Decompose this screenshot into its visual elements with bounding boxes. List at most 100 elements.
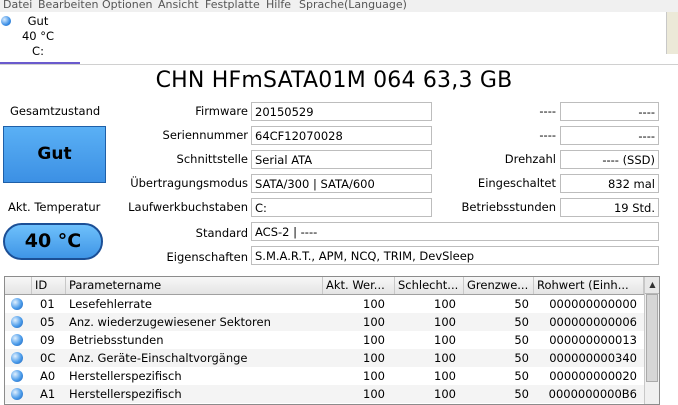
table-scrollbar[interactable]: ▲ — [644, 277, 659, 404]
serial-field: 64CF12070028 — [251, 126, 432, 145]
menu-language[interactable]: Sprache(Language) — [299, 0, 407, 11]
col-raw[interactable]: Rohwert (Einh... — [534, 277, 644, 294]
transfer-mode-field: SATA/300 | SATA/600 — [251, 174, 432, 193]
info-r2-field: ---- — [560, 126, 659, 145]
temperature-label: Akt. Temperatur — [8, 200, 101, 214]
standard-field: ACS-2 | ---- — [251, 222, 659, 241]
table-row[interactable]: 0C Anz. Geräte-Einschaltvorgänge 100 100… — [5, 349, 644, 367]
info-r2-label: ---- — [539, 128, 556, 142]
col-worst[interactable]: Schlecht... — [395, 277, 464, 294]
row-worst: 100 — [434, 297, 456, 311]
row-current: 100 — [363, 387, 385, 401]
drive-tab-strip: Gut 40 °C C: — [0, 12, 678, 65]
row-name: Lesefehlerrate — [69, 297, 152, 311]
row-id: 01 — [40, 297, 55, 311]
table-row[interactable]: 09 Betriebsstunden 100 100 50 0000000000… — [5, 331, 644, 349]
drive-tab-letter: C: — [32, 44, 44, 58]
row-threshold: 50 — [514, 387, 529, 401]
menu-help[interactable]: Hilfe — [266, 0, 291, 11]
interface-field: Serial ATA — [251, 150, 432, 169]
table-row[interactable]: A1 Herstellerspezifisch 100 100 50 00000… — [5, 385, 644, 403]
row-worst: 100 — [434, 351, 456, 365]
disk-title: CHN HFmSATA01M 064 63,3 GB — [155, 68, 513, 93]
row-name: Herstellerspezifisch — [69, 387, 182, 401]
scroll-thumb[interactable] — [646, 294, 658, 382]
tab-scroll[interactable] — [666, 12, 678, 54]
row-name: Anz. Geräte-Einschaltvorgänge — [69, 351, 248, 365]
drive-letters-field: C: — [251, 198, 432, 217]
row-threshold: 50 — [514, 297, 529, 311]
menu-options[interactable]: Optionen — [102, 0, 152, 11]
power-on-hours-label: Betriebsstunden — [461, 200, 556, 214]
menu-bar: Datei Bearbeiten Optionen Ansicht Festpl… — [0, 0, 678, 12]
power-on-hours-field: 19 Std. — [560, 198, 659, 217]
row-worst: 100 — [434, 333, 456, 347]
firmware-label: Firmware — [195, 104, 248, 118]
features-field: S.M.A.R.T., APM, NCQ, TRIM, DevSleep — [251, 246, 659, 265]
col-status[interactable] — [5, 277, 32, 294]
row-raw: 000000000013 — [549, 333, 637, 347]
health-status-button[interactable]: Gut — [3, 126, 106, 183]
status-dot-icon — [11, 370, 23, 382]
row-id: A1 — [40, 387, 56, 401]
drive-tab-status: Gut — [27, 14, 49, 28]
row-raw: 000000000000 — [549, 297, 637, 311]
power-on-count-label: Eingeschaltet — [477, 176, 556, 190]
row-threshold: 50 — [514, 315, 529, 329]
row-current: 100 — [363, 351, 385, 365]
row-threshold: 50 — [514, 333, 529, 347]
row-current: 100 — [363, 315, 385, 329]
standard-label: Standard — [195, 226, 248, 240]
drive-tab-c[interactable]: Gut 40 °C C: — [0, 12, 80, 65]
firmware-field: 20150529 — [251, 102, 432, 121]
row-current: 100 — [363, 297, 385, 311]
menu-file[interactable]: Datei — [3, 0, 32, 11]
status-dot-icon — [11, 316, 23, 328]
features-label: Eigenschaften — [166, 250, 249, 264]
row-id: 0C — [40, 351, 56, 365]
row-name: Betriebsstunden — [69, 333, 164, 347]
status-dot-icon — [11, 334, 23, 346]
status-dot-icon — [11, 388, 23, 400]
menu-view[interactable]: Ansicht — [158, 0, 199, 11]
power-on-count-field: 832 mal — [560, 174, 659, 193]
table-row[interactable]: 05 Anz. wiederzugewiesener Sektoren 100 … — [5, 313, 644, 331]
table-header: ID Parametername Akt. Wer... Schlecht...… — [5, 277, 644, 295]
row-raw: 000000000006 — [549, 315, 637, 329]
divider — [0, 64, 678, 65]
row-current: 100 — [363, 333, 385, 347]
health-label: Gesamtzustand — [10, 104, 101, 118]
row-worst: 100 — [434, 387, 456, 401]
info-r1-field: ---- — [560, 102, 659, 121]
col-name[interactable]: Parametername — [66, 277, 323, 294]
row-raw: 000000000020 — [549, 369, 637, 383]
col-threshold[interactable]: Grenzwe... — [464, 277, 534, 294]
status-dot-icon — [11, 298, 23, 310]
temperature-badge: 40 °C — [3, 223, 103, 260]
menu-edit[interactable]: Bearbeiten — [38, 0, 98, 11]
info-r1-label: ---- — [539, 104, 556, 118]
col-current[interactable]: Akt. Wer... — [323, 277, 395, 294]
row-threshold: 50 — [514, 369, 529, 383]
rpm-field: ---- (SSD) — [560, 150, 659, 169]
col-id[interactable]: ID — [32, 277, 66, 294]
smart-table: ID Parametername Akt. Wer... Schlecht...… — [4, 276, 660, 405]
drive-letters-label: Laufwerkbuchstaben — [128, 200, 248, 214]
row-raw: 0000000000B6 — [548, 387, 637, 401]
interface-label: Schnittstelle — [176, 152, 248, 166]
table-row[interactable]: 01 Lesefehlerrate 100 100 50 00000000000… — [5, 295, 644, 313]
row-id: 05 — [40, 315, 55, 329]
rpm-label: Drehzahl — [504, 152, 556, 166]
drive-tab-temp: 40 °C — [21, 29, 55, 43]
row-current: 100 — [363, 369, 385, 383]
scroll-up-arrow-icon[interactable]: ▲ — [645, 277, 659, 294]
row-threshold: 50 — [514, 351, 529, 365]
row-name: Anz. wiederzugewiesener Sektoren — [69, 315, 271, 329]
table-row[interactable]: A0 Herstellerspezifisch 100 100 50 00000… — [5, 367, 644, 385]
menu-disk[interactable]: Festplatte — [205, 0, 260, 11]
row-id: A0 — [40, 369, 56, 383]
row-name: Herstellerspezifisch — [69, 369, 182, 383]
transfer-mode-label: Übertragungsmodus — [130, 176, 248, 190]
row-id: 09 — [40, 333, 55, 347]
row-worst: 100 — [434, 315, 456, 329]
